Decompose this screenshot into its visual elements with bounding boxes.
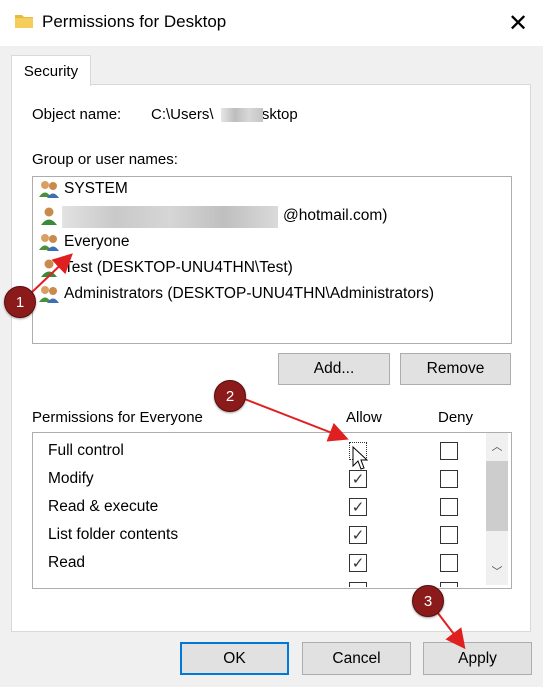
permissions-label: Permissions for Everyone <box>32 409 203 426</box>
permission-name: List folder contents <box>48 526 179 543</box>
cancel-button[interactable]: Cancel <box>302 642 411 675</box>
list-item[interactable]: Everyone <box>38 231 129 253</box>
group-names-label-text: Group or user names: <box>32 151 178 168</box>
tab-security[interactable]: Security <box>11 55 91 86</box>
deny-checkbox-list-folder[interactable] <box>440 526 458 544</box>
deny-checkbox-full-control[interactable] <box>440 442 458 460</box>
list-item[interactable]: SYSTEM <box>38 178 128 200</box>
allow-checkbox-read[interactable]: ✓ <box>349 554 367 572</box>
deny-checkbox-read-execute[interactable] <box>440 498 458 516</box>
apply-button[interactable]: Apply <box>423 642 532 675</box>
user-name: SYSTEM <box>64 180 128 197</box>
permission-row: Modify <box>48 467 94 491</box>
user-icon <box>41 207 57 225</box>
scroll-up-icon[interactable]: ︿ <box>486 437 508 455</box>
permission-row: List folder contents <box>48 523 178 547</box>
allow-checkbox-partial[interactable] <box>349 582 367 587</box>
user-name: Everyone <box>64 233 130 250</box>
list-item[interactable]: Test (DESKTOP-UNU4THN\Test) <box>38 257 293 279</box>
mouse-cursor-icon <box>352 446 368 470</box>
user-name: Test (DESKTOP-UNU4THN\Test) <box>64 259 293 276</box>
redacted-username <box>221 108 263 122</box>
user-name: Administrators (DESKTOP-UNU4THN\Administ… <box>64 285 435 302</box>
group-users-icon <box>39 181 59 198</box>
add-button[interactable]: Add... <box>278 353 390 385</box>
deny-checkbox-modify[interactable] <box>440 470 458 488</box>
user-name: @hotmail.com) <box>283 207 388 224</box>
ok-button[interactable]: OK <box>180 642 289 675</box>
user-icon <box>41 259 57 277</box>
close-icon[interactable]: ✕ <box>502 8 534 38</box>
remove-button[interactable]: Remove <box>400 353 511 385</box>
allow-checkbox-list-folder[interactable]: ✓ <box>349 526 367 544</box>
permission-row: Read & execute <box>48 495 158 519</box>
object-name-label: Object name: <box>32 106 122 123</box>
permission-name: Read <box>48 554 86 571</box>
allow-checkbox-modify[interactable]: ✓ <box>349 470 367 488</box>
window-title: Permissions for Desktop <box>42 12 227 31</box>
deny-checkbox-read[interactable] <box>440 554 458 572</box>
scrollbar-thumb[interactable] <box>486 461 508 531</box>
annotation-badge-2: 2 <box>214 380 246 412</box>
redacted-email <box>62 206 278 228</box>
permission-row: Full control <box>48 439 124 463</box>
permission-row: Read <box>48 551 85 575</box>
deny-checkbox-partial[interactable] <box>440 582 458 587</box>
group-names-label: Group or user names: <box>32 151 178 168</box>
permission-name: Read & execute <box>48 498 159 515</box>
allow-header: Allow <box>346 409 382 426</box>
group-users-icon <box>39 234 59 251</box>
list-item[interactable]: Administrators (DESKTOP-UNU4THN\Administ… <box>38 283 434 305</box>
permission-name: Full control <box>48 442 124 459</box>
deny-header: Deny <box>438 409 474 426</box>
permission-name: Modify <box>48 470 94 487</box>
scroll-down-icon[interactable]: ﹀ <box>486 562 508 580</box>
annotation-badge-1: 1 <box>4 286 36 318</box>
group-users-icon <box>39 286 59 303</box>
annotation-badge-3: 3 <box>412 585 444 617</box>
allow-checkbox-read-execute[interactable]: ✓ <box>349 498 367 516</box>
folder-icon <box>15 15 33 28</box>
